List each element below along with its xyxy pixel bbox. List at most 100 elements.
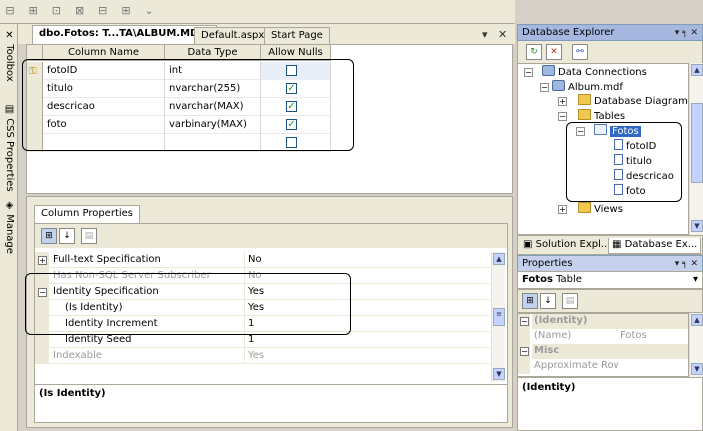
allow-nulls-checkbox[interactable]: ✓ — [286, 137, 297, 148]
scroll-thumb[interactable]: ≡ — [493, 308, 505, 326]
row-selector[interactable] — [27, 80, 43, 98]
property-row[interactable]: (Is Identity) Yes — [35, 300, 490, 316]
column-name-cell[interactable] — [43, 134, 165, 152]
scroll-thumb[interactable] — [691, 103, 703, 183]
close-document-icon[interactable]: ✕ — [498, 28, 507, 41]
tree-node-column[interactable]: foto — [614, 184, 646, 199]
row-selector[interactable]: ⚿ — [27, 62, 43, 80]
expand-icon[interactable]: + — [38, 256, 47, 265]
property-value[interactable]: 1 — [246, 332, 490, 348]
column-name-cell[interactable]: fotoID — [43, 62, 165, 80]
allow-nulls-checkbox[interactable]: ✓ — [286, 101, 297, 112]
scroll-up-icon[interactable]: ▲ — [691, 64, 703, 76]
property-pages-icon[interactable]: ▤ — [81, 228, 97, 244]
tree-node-column[interactable]: descricao — [614, 169, 674, 184]
properties-scrollbar[interactable]: ▲ ≡ ▼ — [491, 252, 505, 382]
collapse-icon[interactable]: − — [524, 68, 533, 77]
alphabetical-icon[interactable]: ↓ — [540, 293, 556, 309]
align-left-icon[interactable]: ⊟ — [2, 3, 18, 19]
table-row[interactable]: titulo nvarchar(255) ✓ — [27, 80, 331, 98]
spacing-icon[interactable]: ⊟ — [95, 3, 111, 19]
row-selector[interactable] — [27, 98, 43, 116]
property-category[interactable]: − Misc — [518, 344, 688, 359]
toolbox-tab[interactable]: ✕ Toolbox — [1, 30, 17, 100]
property-row[interactable]: + Full-text Specification No — [35, 252, 490, 268]
data-type-cell[interactable] — [165, 134, 261, 152]
tree-node-column[interactable]: titulo — [614, 154, 652, 169]
tab-default-aspx[interactable]: Default.aspx — [194, 27, 272, 44]
table-row[interactable]: ✓ — [27, 134, 331, 152]
property-row[interactable]: − Identity Specification Yes — [35, 284, 490, 300]
header-column-name[interactable]: Column Name — [43, 45, 165, 61]
properties-object-selector[interactable]: Fotos Table ▾ — [517, 271, 703, 289]
property-value[interactable]: No — [246, 252, 490, 268]
data-type-cell[interactable]: varbinary(MAX) — [165, 116, 261, 134]
chevron-down-icon[interactable]: ▾ — [693, 274, 698, 285]
categorized-icon[interactable]: ⊞ — [41, 228, 57, 244]
tree-node-diagrams[interactable]: Database Diagrams — [578, 94, 688, 109]
tree-node-album[interactable]: Album.mdf — [552, 80, 623, 95]
scroll-down-icon[interactable]: ▼ — [691, 363, 703, 375]
panel-controls-icon[interactable]: ▾ ╕ ✕ — [675, 258, 698, 270]
collapse-icon[interactable]: − — [540, 83, 549, 92]
layout-icon[interactable]: ⊞ — [118, 3, 134, 19]
connect-database-icon[interactable]: ⚯ — [572, 44, 588, 60]
property-value[interactable]: Fotos — [618, 329, 688, 344]
tree-node-data-connections[interactable]: Data Connections — [542, 65, 647, 80]
collapse-icon[interactable]: − — [520, 317, 529, 326]
scroll-down-icon[interactable]: ▼ — [691, 220, 703, 232]
property-row[interactable]: Identity Seed 1 — [35, 332, 490, 348]
property-row[interactable]: Has Non-SQL Server Subscriber No — [35, 268, 490, 284]
allow-nulls-checkbox[interactable]: ✓ — [286, 83, 297, 94]
row-selector[interactable] — [27, 116, 43, 134]
tree-node-views[interactable]: Views — [578, 202, 623, 217]
tree-node-column[interactable]: fotoID — [614, 139, 656, 154]
expand-icon[interactable]: + — [558, 97, 567, 106]
refresh-icon[interactable]: ↻ — [526, 44, 542, 60]
tab-solution-explorer[interactable]: ▣ Solution Expl... — [520, 238, 613, 254]
data-type-cell[interactable]: int — [165, 62, 261, 80]
tab-database-explorer[interactable]: ▦ Database Ex... — [608, 238, 702, 254]
tab-start-page[interactable]: Start Page — [264, 27, 330, 44]
collapse-icon[interactable]: − — [576, 127, 585, 136]
property-value[interactable]: 1 — [246, 316, 490, 332]
property-value[interactable]: Yes — [246, 348, 490, 364]
tab-table-designer[interactable]: dbo.Fotos: T...TA\ALBUM.MDF) — [32, 25, 217, 44]
table-row[interactable]: foto varbinary(MAX) ✓ — [27, 116, 331, 134]
column-name-cell[interactable]: titulo — [43, 80, 165, 98]
tree-node-fotos[interactable]: Fotos — [594, 124, 641, 139]
properties-scrollbar[interactable]: ▲ ▼ — [689, 313, 703, 377]
close-icon[interactable]: ✕ — [4, 30, 15, 41]
property-row[interactable]: (Name) Fotos — [518, 329, 688, 344]
tab-dropdown-icon[interactable]: ▾ — [482, 28, 488, 41]
tab-column-properties[interactable]: Column Properties — [34, 205, 141, 223]
header-allow-nulls[interactable]: Allow Nulls — [261, 45, 331, 61]
property-value[interactable]: Yes — [246, 300, 490, 316]
property-value[interactable]: Yes — [246, 284, 490, 300]
header-data-type[interactable]: Data Type — [165, 45, 261, 61]
tree-node-tables[interactable]: Tables — [578, 109, 625, 124]
categorized-icon[interactable]: ⊞ — [522, 293, 538, 309]
collapse-icon[interactable]: − — [520, 347, 529, 356]
row-selector[interactable] — [27, 134, 43, 152]
property-category[interactable]: − (Identity) — [518, 314, 688, 329]
property-row[interactable]: Identity Increment 1 — [35, 316, 490, 332]
table-row[interactable]: ⚿ fotoIDint ✓ — [27, 62, 331, 80]
collapse-icon[interactable]: − — [38, 288, 47, 297]
scroll-up-icon[interactable]: ▲ — [691, 314, 703, 326]
property-row[interactable]: Indexable Yes — [35, 348, 490, 364]
alphabetical-icon[interactable]: ↓ — [59, 228, 75, 244]
distribute-icon[interactable]: ⊠ — [72, 3, 88, 19]
align-center-icon[interactable]: ⊞ — [25, 3, 41, 19]
tree-scrollbar[interactable]: ▲ ▼ — [689, 63, 703, 235]
overflow-icon[interactable]: ⌄ — [141, 3, 157, 19]
column-name-cell[interactable]: descricao — [43, 98, 165, 116]
property-row[interactable]: Approximate Row C... — [518, 359, 688, 374]
panel-controls-icon[interactable]: ▾ ╕ ✕ — [675, 27, 698, 39]
stop-icon[interactable]: ✕ — [546, 44, 562, 60]
column-name-cell[interactable]: foto — [43, 116, 165, 134]
property-value[interactable]: No — [246, 268, 490, 284]
allow-nulls-checkbox[interactable]: ✓ — [286, 65, 297, 76]
manage-styles-tab[interactable]: ◈ Manage Styles — [1, 200, 17, 284]
allow-nulls-checkbox[interactable]: ✓ — [286, 119, 297, 130]
